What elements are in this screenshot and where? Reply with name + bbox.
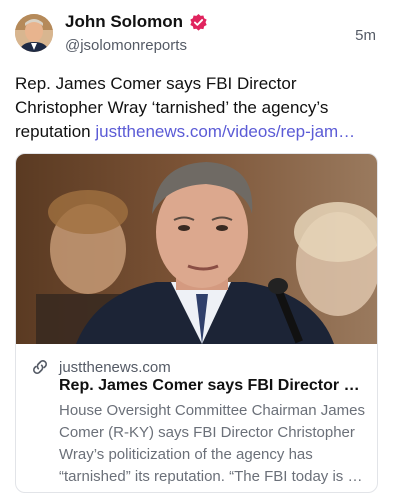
avatar-image bbox=[15, 14, 53, 52]
post-text: Rep. James Comer says FBI Director Chris… bbox=[15, 72, 383, 144]
preview-photo bbox=[16, 154, 377, 344]
link-icon bbox=[33, 360, 47, 374]
link-preview-card[interactable]: justthenews.com Rep. James Comer says FB… bbox=[15, 153, 378, 493]
verified-badge-icon bbox=[190, 13, 207, 31]
post-link[interactable]: justthenews.com/videos/rep-jam… bbox=[95, 122, 355, 141]
link-domain: justthenews.com bbox=[59, 358, 171, 376]
author-avatar[interactable] bbox=[15, 14, 53, 52]
author-name[interactable]: John Solomon bbox=[65, 12, 183, 32]
link-preview-image[interactable] bbox=[16, 154, 377, 344]
author-handle[interactable]: @jsolomonreports bbox=[65, 37, 187, 54]
author-name-row[interactable]: John Solomon bbox=[65, 12, 208, 32]
link-title[interactable]: Rep. James Comer says FBI Director … bbox=[59, 377, 369, 395]
post-timestamp[interactable]: 5m bbox=[355, 27, 376, 44]
link-domain-row: justthenews.com bbox=[30, 357, 171, 377]
link-description: House Oversight Committee Chairman James… bbox=[59, 402, 365, 485]
